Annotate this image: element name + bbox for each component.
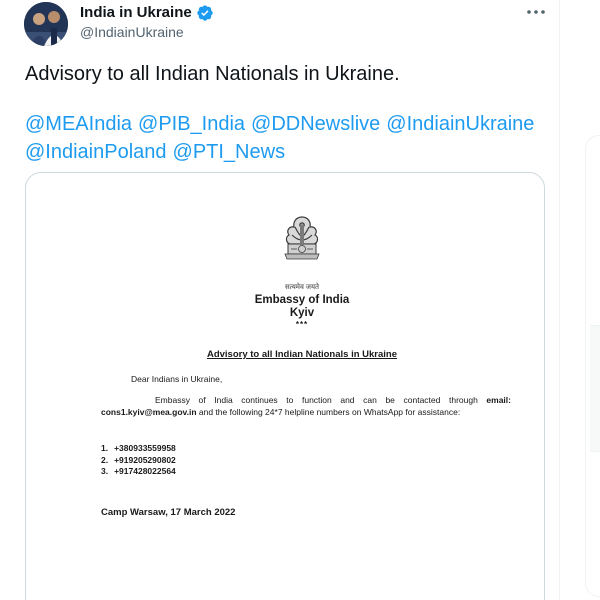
tweet-mentions: @MEAIndia @PIB_India @DDNewslive @IndiainUk…: [25, 110, 550, 166]
helpline-index: 1.: [101, 443, 109, 453]
document-signoff: Camp Warsaw, 17 March 2022: [101, 507, 236, 518]
tweet-column: India in Ukraine @IndiainUkraine Advisor…: [0, 0, 560, 600]
author-display-name[interactable]: India in Ukraine: [80, 3, 192, 23]
body-intro: Embassy of India continues to function a…: [155, 395, 487, 405]
author-name-row[interactable]: India in Ukraine: [80, 3, 214, 23]
avatar-photo-icon: [24, 2, 68, 46]
helpline-list: 1. +380933559958 2. +919205290802 3. +91742…: [101, 443, 176, 478]
avatar[interactable]: [24, 2, 68, 46]
helpline-index: 3.: [101, 466, 109, 476]
salutation: Dear Indians in Ukraine,: [131, 374, 223, 384]
tweet-page: India in Ukraine @IndiainUkraine Advisor…: [0, 0, 600, 600]
body-outro: and the following 24*7 helpline numbers …: [196, 406, 461, 417]
helpline-index: 2.: [101, 454, 109, 465]
tweet-text: Advisory to all Indian Nationals in Ukra…: [25, 63, 400, 85]
author-handle[interactable]: @IndiainUkraine: [80, 23, 184, 41]
embassy-city: Kyiv: [289, 307, 315, 319]
national-emblem-icon: [284, 216, 320, 260]
mention-link[interactable]: @DDNewslive: [251, 113, 380, 135]
embassy-name: Embassy of India: [254, 294, 350, 306]
right-sidebar-section: [590, 325, 600, 452]
helpline-item: 2. +919205290802: [101, 455, 176, 467]
mention-link[interactable]: @IndiainUkraine: [386, 113, 534, 135]
email-address: cons1.kyiv@mea.gov.in: [101, 406, 197, 417]
advisory-title: Advisory to all Indian Nationals in Ukra…: [206, 349, 398, 360]
mention-link[interactable]: @IndiainPoland: [25, 141, 167, 163]
helpline-number: +917428022564: [114, 466, 176, 476]
mention-link[interactable]: @MEAIndia: [25, 113, 132, 135]
separator-stars: ***: [295, 320, 309, 329]
mention-link[interactable]: @PTI_News: [173, 141, 286, 163]
more-options-icon[interactable]: [522, 0, 550, 24]
mention-link[interactable]: @PIB_India: [138, 113, 245, 135]
advisory-body: Embassy of India continues to function a…: [101, 395, 511, 418]
helpline-number: +919205290802: [114, 454, 176, 465]
tweet-media-image[interactable]: सत्यमेव जयते Embassy of India Kyiv *** A…: [25, 172, 545, 600]
advisory-document: सत्यमेव जयते Embassy of India Kyiv *** A…: [26, 173, 544, 600]
emblem-caption: सत्यमेव जयते: [284, 284, 320, 291]
email-label: email:: [486, 395, 511, 405]
helpline-item: 1. +380933559958: [101, 443, 176, 455]
helpline-number: +380933559958: [114, 443, 176, 453]
helpline-item: 3. +917428022564: [101, 466, 176, 478]
verified-badge-icon: [196, 4, 214, 22]
